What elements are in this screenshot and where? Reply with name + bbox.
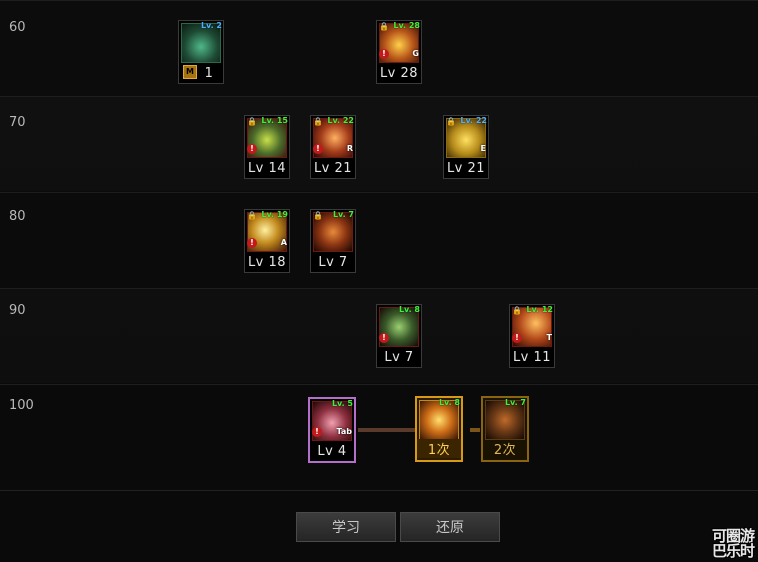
lock-icon: 🔒	[379, 22, 389, 31]
skill-level-tag: Lv. 22	[327, 116, 354, 125]
skill-value: Lv 21	[313, 161, 353, 176]
skill-level-tag: Lv. 7	[332, 210, 354, 219]
lock-icon: 🔒	[247, 117, 257, 126]
warning-icon: !	[247, 144, 257, 154]
skill-level-tag: Lv. 7	[504, 398, 526, 407]
skill-value: Lv 28	[379, 66, 419, 81]
hotkey-label: G	[412, 49, 419, 58]
awakening-slot-2[interactable]: Lv. 7 2次	[481, 396, 529, 462]
row-70	[0, 96, 758, 191]
skill-slot[interactable]: 🔒 Lv. 22 E Lv 21	[443, 115, 489, 179]
warning-icon: !	[379, 49, 389, 59]
watermark: 可圈游 巴乐时	[711, 529, 755, 560]
skill-slot-selected[interactable]: Lv. 5 ! Tab Lv 4	[308, 397, 356, 463]
watermark-line: 巴乐时	[711, 542, 755, 560]
hotkey-label: R	[346, 144, 353, 153]
skill-slot[interactable]: 🔒 Lv. 22 ! R Lv 21	[310, 115, 356, 179]
level-label: 90	[9, 303, 26, 318]
skill-tree-board: 60 70 80 90 100 Lv. 2 M 1 🔒 Lv. 28 ! G L…	[0, 0, 758, 490]
skill-slot[interactable]: 🔒 Lv. 28 ! G Lv 28	[376, 20, 422, 84]
warning-icon: !	[312, 427, 322, 437]
skill-slot[interactable]: Lv. 2 M 1	[178, 20, 224, 84]
skill-level-tag: Lv. 2	[200, 21, 222, 30]
skill-connector	[470, 428, 480, 432]
skill-level-tag: Lv. 19	[261, 210, 288, 219]
lock-icon: 🔒	[446, 117, 456, 126]
skill-level-tag: Lv. 15	[261, 116, 288, 125]
warning-icon: !	[512, 333, 522, 343]
skill-value: 1	[204, 66, 214, 81]
skill-value: Lv 14	[247, 161, 287, 176]
hotkey-label: E	[480, 144, 486, 153]
skill-slot[interactable]: Lv. 8 ! Lv 7	[376, 304, 422, 368]
skill-slot[interactable]: 🔒 Lv. 19 ! A Lv 18	[244, 209, 290, 273]
skill-value: Lv 11	[512, 350, 552, 365]
warning-icon: !	[313, 144, 323, 154]
lock-icon: 🔒	[313, 211, 323, 220]
level-label: 80	[9, 209, 26, 224]
skill-level-tag: Lv. 22	[460, 116, 487, 125]
skill-slot[interactable]: 🔒 Lv. 12 ! T Lv 11	[509, 304, 555, 368]
skill-slot[interactable]: 🔒 Lv. 15 ! Lv 14	[244, 115, 290, 179]
awakening-slot-1[interactable]: Lv. 8 1次	[415, 396, 463, 462]
skill-value: Lv 18	[247, 255, 287, 270]
level-label: 70	[9, 115, 26, 130]
warning-icon: !	[247, 238, 257, 248]
row-80	[0, 192, 758, 287]
lock-icon: 🔒	[512, 306, 522, 315]
skill-level-tag: Lv. 12	[526, 305, 553, 314]
hotkey-label: T	[546, 333, 552, 342]
hotkey-label: Tab	[336, 427, 352, 436]
lock-icon: 🔒	[247, 211, 257, 220]
skill-value: 1次	[417, 439, 461, 458]
skill-level-tag: Lv. 5	[331, 399, 353, 408]
hotkey-label: A	[280, 238, 287, 247]
reset-button[interactable]: 还原	[400, 512, 500, 542]
lock-icon: 🔒	[313, 117, 323, 126]
level-label: 60	[9, 20, 26, 35]
skill-value: Lv 7	[318, 255, 348, 270]
level-label: 100	[9, 398, 34, 413]
skill-slot[interactable]: 🔒 Lv. 7 Lv 7	[310, 209, 356, 273]
skill-connector	[358, 428, 416, 432]
skill-level-tag: Lv. 28	[393, 21, 420, 30]
skill-value: Lv 7	[384, 350, 414, 365]
skill-level-tag: Lv. 8	[398, 305, 420, 314]
learn-button[interactable]: 学习	[296, 512, 396, 542]
skill-value: 2次	[493, 443, 517, 458]
warning-icon: !	[379, 333, 389, 343]
skill-value: Lv 4	[317, 444, 347, 459]
skill-level-tag: Lv. 8	[438, 398, 460, 407]
skill-value: Lv 21	[446, 161, 486, 176]
